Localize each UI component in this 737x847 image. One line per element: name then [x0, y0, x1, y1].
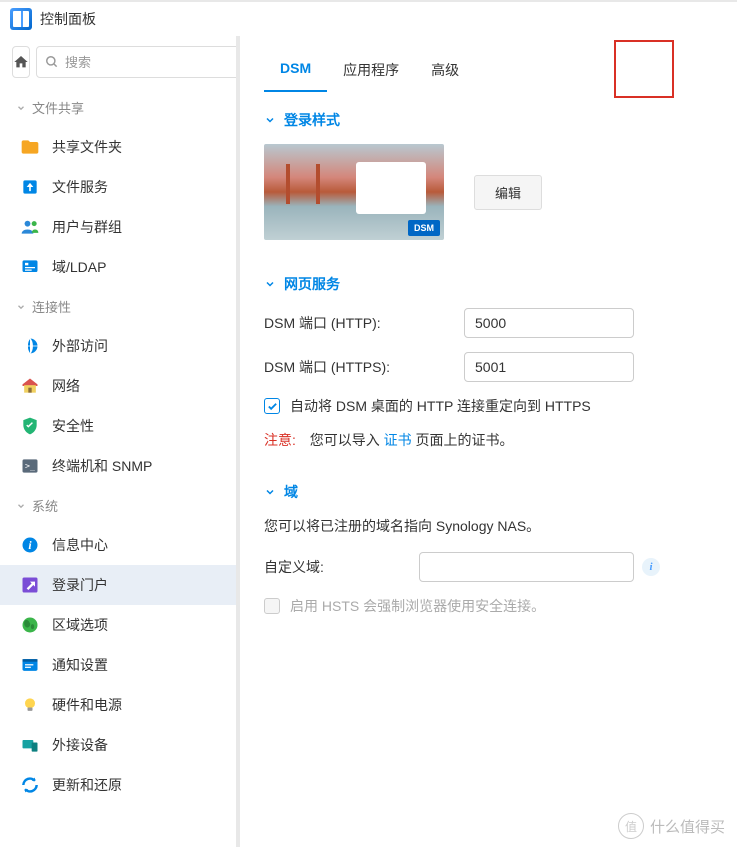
- watermark: 值 什么值得买: [618, 813, 725, 839]
- section-login-style[interactable]: 登录样式: [264, 110, 713, 130]
- category-connectivity[interactable]: 连接性: [0, 287, 236, 326]
- note-text: 注意: 您可以导入 证书 页面上的证书。: [264, 430, 713, 450]
- chevron-down-icon: [264, 278, 276, 290]
- info-icon[interactable]: i: [642, 558, 660, 576]
- sidebar-item-notification[interactable]: 通知设置: [0, 645, 236, 685]
- portal-icon: [20, 575, 40, 595]
- sidebar-item-label: 域/LDAP: [52, 257, 106, 277]
- regional-icon: [20, 615, 40, 635]
- tab-advanced[interactable]: 高级: [415, 48, 475, 92]
- titlebar: 控制面板: [0, 0, 737, 36]
- sidebar-item-shared-folder[interactable]: 共享文件夹: [0, 127, 236, 167]
- sidebar-item-label: 更新和还原: [52, 775, 122, 795]
- sidebar-item-label: 网络: [52, 376, 80, 396]
- watermark-icon: 值: [618, 813, 644, 839]
- redirect-label: 自动将 DSM 桌面的 HTTP 连接重定向到 HTTPS: [290, 396, 591, 416]
- search-field[interactable]: [36, 46, 240, 78]
- custom-domain-label: 自定义域:: [264, 557, 419, 577]
- sidebar-item-security[interactable]: 安全性: [0, 406, 236, 446]
- sidebar-item-label: 登录门户: [52, 575, 108, 595]
- tab-dsm[interactable]: DSM: [264, 48, 327, 92]
- chevron-down-icon: [264, 114, 276, 126]
- search-input[interactable]: [65, 55, 240, 70]
- globe-icon: [20, 336, 40, 356]
- sidebar-item-login-portal[interactable]: 登录门户: [0, 565, 236, 605]
- sidebar-item-label: 硬件和电源: [52, 695, 122, 715]
- sidebar-item-label: 信息中心: [52, 535, 108, 555]
- content-area: DSM 应用程序 高级 登录样式 编辑 网页服务: [240, 36, 737, 847]
- window-title: 控制面板: [40, 9, 96, 29]
- info-icon: i: [20, 535, 40, 555]
- home-icon: [13, 54, 29, 70]
- sidebar-item-regional[interactable]: 区域选项: [0, 605, 236, 645]
- sidebar-item-label: 共享文件夹: [52, 137, 122, 157]
- sidebar-item-update-restore[interactable]: 更新和还原: [0, 765, 236, 805]
- sidebar-item-external-devices[interactable]: 外接设备: [0, 725, 236, 765]
- hsts-checkbox: [264, 598, 280, 614]
- update-icon: [20, 775, 40, 795]
- svg-text:>_: >_: [25, 461, 36, 471]
- chevron-down-icon: [16, 103, 26, 113]
- network-icon: [20, 376, 40, 396]
- bulb-icon: [20, 695, 40, 715]
- section-web-service[interactable]: 网页服务: [264, 274, 713, 294]
- sidebar-item-info-center[interactable]: i 信息中心: [0, 525, 236, 565]
- home-button[interactable]: [12, 46, 30, 78]
- domain-description: 您可以将已注册的域名指向 Synology NAS。: [264, 516, 713, 536]
- redirect-checkbox[interactable]: [264, 398, 280, 414]
- http-port-input[interactable]: [464, 308, 634, 338]
- sidebar-item-external-access[interactable]: 外部访问: [0, 326, 236, 366]
- sidebar-item-users[interactable]: 用户与群组: [0, 207, 236, 247]
- sidebar-item-hardware[interactable]: 硬件和电源: [0, 685, 236, 725]
- sidebar-item-label: 通知设置: [52, 655, 108, 675]
- chevron-down-icon: [264, 486, 276, 498]
- sidebar-item-file-service[interactable]: 文件服务: [0, 167, 236, 207]
- tabs: DSM 应用程序 高级: [240, 36, 737, 92]
- chevron-down-icon: [16, 302, 26, 312]
- chevron-down-icon: [16, 501, 26, 511]
- users-icon: [20, 217, 40, 237]
- tab-apps[interactable]: 应用程序: [327, 48, 415, 92]
- sidebar-item-label: 用户与群组: [52, 217, 122, 237]
- section-domain[interactable]: 域: [264, 482, 713, 502]
- hsts-label: 启用 HSTS 会强制浏览器使用安全连接。: [290, 596, 545, 616]
- sidebar-item-label: 安全性: [52, 416, 94, 436]
- sidebar-item-label: 区域选项: [52, 615, 108, 635]
- control-panel-icon: [10, 8, 32, 30]
- sidebar: 文件共享 共享文件夹 文件服务 用户与群组 域/LDAP 连接性 外部访问: [0, 36, 240, 847]
- sidebar-item-network[interactable]: 网络: [0, 366, 236, 406]
- sidebar-item-label: 外接设备: [52, 735, 108, 755]
- sidebar-item-label: 终端机和 SNMP: [52, 456, 152, 476]
- notification-icon: [20, 655, 40, 675]
- edit-button[interactable]: 编辑: [474, 175, 542, 210]
- folder-icon: [20, 137, 40, 157]
- highlight-box: [614, 40, 674, 98]
- ldap-icon: [20, 257, 40, 277]
- sidebar-item-ldap[interactable]: 域/LDAP: [0, 247, 236, 287]
- shield-icon: [20, 416, 40, 436]
- custom-domain-input[interactable]: [419, 552, 634, 582]
- terminal-icon: >_: [20, 456, 40, 476]
- sidebar-item-label: 文件服务: [52, 177, 108, 197]
- sidebar-item-terminal[interactable]: >_ 终端机和 SNMP: [0, 446, 236, 486]
- login-preview-thumbnail: [264, 144, 444, 240]
- sidebar-item-label: 外部访问: [52, 336, 108, 356]
- http-port-label: DSM 端口 (HTTP):: [264, 313, 464, 333]
- file-service-icon: [20, 177, 40, 197]
- search-icon: [45, 55, 59, 69]
- devices-icon: [20, 735, 40, 755]
- category-system[interactable]: 系统: [0, 486, 236, 525]
- https-port-input[interactable]: [464, 352, 634, 382]
- certificate-link[interactable]: 证书: [384, 432, 412, 448]
- category-file-share[interactable]: 文件共享: [0, 88, 236, 127]
- https-port-label: DSM 端口 (HTTPS):: [264, 357, 464, 377]
